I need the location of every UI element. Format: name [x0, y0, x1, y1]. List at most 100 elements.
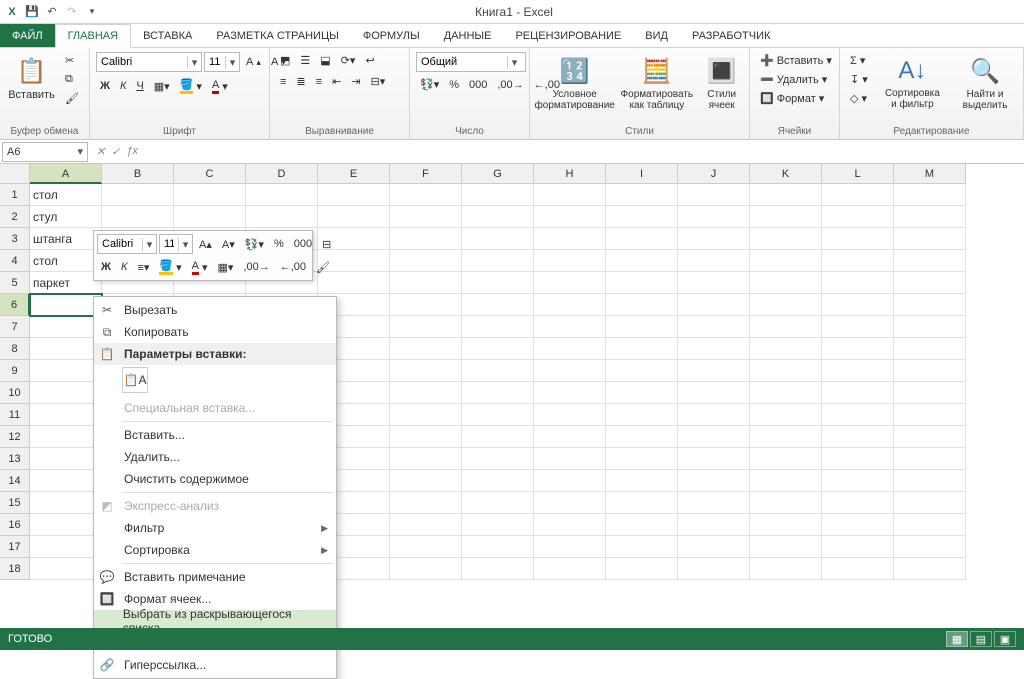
- comma-button[interactable]: 000: [465, 77, 491, 93]
- font-name-input[interactable]: [97, 56, 187, 68]
- cell-K16[interactable]: [750, 514, 822, 536]
- orientation-button[interactable]: ⟳▾: [337, 52, 360, 69]
- cell-F8[interactable]: [390, 338, 462, 360]
- col-header-E[interactable]: E: [318, 164, 390, 184]
- cell-F11[interactable]: [390, 404, 462, 426]
- chevron-down-icon[interactable]: ▾: [507, 56, 521, 69]
- cell-A18[interactable]: [30, 558, 102, 580]
- cell-I14[interactable]: [606, 470, 678, 492]
- cell-G18[interactable]: [462, 558, 534, 580]
- fx-icon[interactable]: ƒx: [126, 145, 138, 158]
- cell-H18[interactable]: [534, 558, 606, 580]
- merge-button[interactable]: ⊟▾: [367, 73, 390, 90]
- mini-italic[interactable]: К: [117, 259, 131, 275]
- row-header-15[interactable]: 15: [0, 492, 30, 514]
- cell-F5[interactable]: [390, 272, 462, 294]
- conditional-formatting-button[interactable]: 🔢 Условное форматирование: [536, 52, 613, 116]
- cell-F3[interactable]: [390, 228, 462, 250]
- cell-A12[interactable]: [30, 426, 102, 448]
- cell-J1[interactable]: [678, 184, 750, 206]
- cell-I18[interactable]: [606, 558, 678, 580]
- cell-H7[interactable]: [534, 316, 606, 338]
- cell-G14[interactable]: [462, 470, 534, 492]
- cell-A3[interactable]: штанга: [30, 228, 102, 250]
- mini-font-input[interactable]: [98, 238, 142, 250]
- cell-F18[interactable]: [390, 558, 462, 580]
- align-bottom-button[interactable]: ⬓: [316, 52, 334, 69]
- cell-F4[interactable]: [390, 250, 462, 272]
- cell-L10[interactable]: [822, 382, 894, 404]
- cell-K15[interactable]: [750, 492, 822, 514]
- cell-H4[interactable]: [534, 250, 606, 272]
- cell-A10[interactable]: [30, 382, 102, 404]
- mini-format-painter[interactable]: 🖌: [312, 259, 334, 276]
- cell-M9[interactable]: [894, 360, 966, 382]
- row-header-7[interactable]: 7: [0, 316, 30, 338]
- ctx-clear[interactable]: Очистить содержимое: [94, 468, 336, 490]
- cell-M4[interactable]: [894, 250, 966, 272]
- mini-fill-color[interactable]: 🪣▾: [155, 257, 185, 277]
- col-header-M[interactable]: M: [894, 164, 966, 184]
- cell-H14[interactable]: [534, 470, 606, 492]
- name-box[interactable]: A6 ▾: [2, 142, 88, 162]
- mini-decrease-font[interactable]: A▾: [218, 236, 239, 253]
- cell-K13[interactable]: [750, 448, 822, 470]
- cell-G3[interactable]: [462, 228, 534, 250]
- cell-J11[interactable]: [678, 404, 750, 426]
- wrap-text-button[interactable]: ↩: [361, 52, 378, 69]
- cell-L13[interactable]: [822, 448, 894, 470]
- cell-J18[interactable]: [678, 558, 750, 580]
- mini-increase-font[interactable]: A▴: [195, 236, 216, 253]
- cell-M17[interactable]: [894, 536, 966, 558]
- cell-M8[interactable]: [894, 338, 966, 360]
- cell-L15[interactable]: [822, 492, 894, 514]
- mini-merge[interactable]: ⊟: [318, 236, 335, 253]
- cell-I3[interactable]: [606, 228, 678, 250]
- cell-K10[interactable]: [750, 382, 822, 404]
- align-center-button[interactable]: ≣: [292, 73, 309, 90]
- cell-H9[interactable]: [534, 360, 606, 382]
- chevron-down-icon[interactable]: ▾: [77, 145, 83, 158]
- align-left-button[interactable]: ≡: [276, 74, 290, 90]
- mini-size-input[interactable]: [160, 238, 178, 250]
- col-header-C[interactable]: C: [174, 164, 246, 184]
- cell-G12[interactable]: [462, 426, 534, 448]
- cell-M5[interactable]: [894, 272, 966, 294]
- cell-J9[interactable]: [678, 360, 750, 382]
- cell-K18[interactable]: [750, 558, 822, 580]
- cell-G9[interactable]: [462, 360, 534, 382]
- cell-M14[interactable]: [894, 470, 966, 492]
- cell-I6[interactable]: [606, 294, 678, 316]
- chevron-down-icon[interactable]: ▾: [225, 56, 239, 69]
- cell-L18[interactable]: [822, 558, 894, 580]
- cell-G2[interactable]: [462, 206, 534, 228]
- cell-H2[interactable]: [534, 206, 606, 228]
- cell-J10[interactable]: [678, 382, 750, 404]
- cell-K2[interactable]: [750, 206, 822, 228]
- cell-A8[interactable]: [30, 338, 102, 360]
- cell-J6[interactable]: [678, 294, 750, 316]
- format-as-table-button[interactable]: 🧮 Форматировать как таблицу: [617, 52, 696, 116]
- cell-H15[interactable]: [534, 492, 606, 514]
- format-cells-button[interactable]: 🔲Формат▾: [756, 90, 828, 107]
- cell-I7[interactable]: [606, 316, 678, 338]
- cell-M13[interactable]: [894, 448, 966, 470]
- cell-F15[interactable]: [390, 492, 462, 514]
- cell-B1[interactable]: [102, 184, 174, 206]
- cell-L12[interactable]: [822, 426, 894, 448]
- cell-C1[interactable]: [174, 184, 246, 206]
- tab-data[interactable]: ДАННЫЕ: [432, 24, 504, 47]
- row-header-4[interactable]: 4: [0, 250, 30, 272]
- cell-J5[interactable]: [678, 272, 750, 294]
- ctx-insert-comment[interactable]: 💬Вставить примечание: [94, 566, 336, 588]
- row-header-11[interactable]: 11: [0, 404, 30, 426]
- cell-L9[interactable]: [822, 360, 894, 382]
- cell-G6[interactable]: [462, 294, 534, 316]
- align-right-button[interactable]: ≡: [312, 74, 326, 90]
- align-middle-button[interactable]: ☰: [296, 52, 314, 69]
- tab-view[interactable]: ВИД: [633, 24, 680, 47]
- cell-L11[interactable]: [822, 404, 894, 426]
- decrease-indent-button[interactable]: ⇤: [328, 73, 345, 90]
- cell-H12[interactable]: [534, 426, 606, 448]
- cell-J4[interactable]: [678, 250, 750, 272]
